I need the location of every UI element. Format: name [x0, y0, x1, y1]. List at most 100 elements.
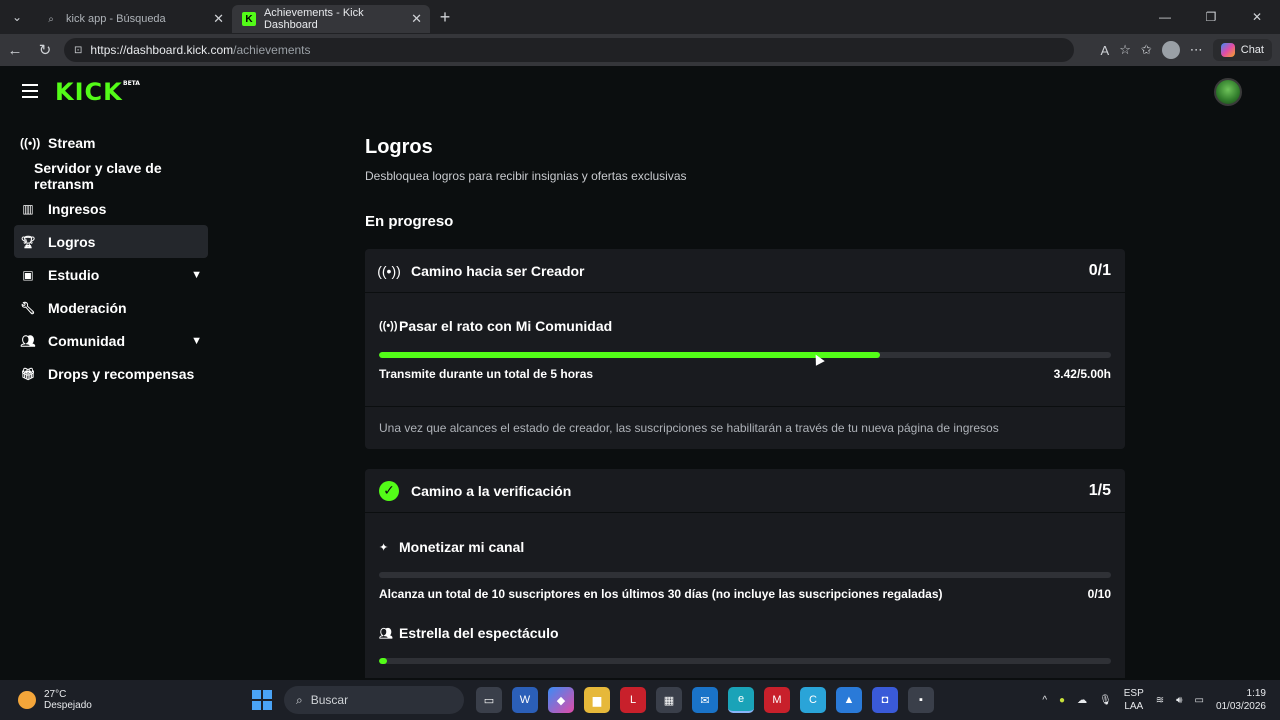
more-icon[interactable]: ⋯: [1190, 42, 1203, 58]
chevron-down-icon[interactable]: ▼: [191, 269, 202, 281]
task-title-text: Estrella del espectáculo: [399, 625, 559, 641]
achievement-card-verification: ✓ Camino a la verificación 1/5 ✦ Monetiza…: [365, 469, 1125, 678]
profile-icon[interactable]: [1161, 41, 1180, 59]
section-title: En progreso: [365, 213, 454, 230]
gift-icon: 🎁︎: [20, 366, 36, 381]
start-button[interactable]: [252, 690, 272, 710]
task-title: ✦ Monetizar mi canal: [379, 539, 1111, 555]
tab-actions-menu[interactable]: ⌄: [0, 0, 34, 34]
store-icon[interactable]: ▦: [656, 687, 682, 713]
tab-label: Achievements - Kick Dashboard: [263, 7, 364, 31]
app-l-icon[interactable]: L: [620, 687, 646, 713]
url-field[interactable]: ⊡ https://dashboard.kick.com/achievement…: [64, 38, 1074, 62]
card-count: 0/1: [1088, 261, 1111, 279]
clock-time: 1:19: [1246, 688, 1266, 699]
weather-icon: [18, 691, 36, 709]
lang-line2: LAA: [1124, 701, 1144, 712]
app-icon[interactable]: ▪: [908, 687, 934, 713]
close-icon[interactable]: ✕: [213, 11, 224, 27]
window-close-icon[interactable]: ✕: [1234, 0, 1280, 34]
task-description: Transmite durante un total de 5 horas: [379, 367, 594, 381]
sidebar-item-stream[interactable]: ((•)) Stream: [14, 126, 208, 159]
close-icon[interactable]: ✕: [411, 11, 422, 27]
task-footer: Alcanza un total de 10 suscriptores en l…: [379, 587, 1111, 601]
logo-text: KICK: [55, 78, 123, 106]
language-indicator[interactable]: ESP LAA: [1124, 687, 1144, 713]
copilot-app-icon[interactable]: ◆: [548, 687, 574, 713]
back-icon[interactable]: ←: [0, 42, 30, 59]
kick-dashboard: KICK BETA ((•)) Stream Servidor y clave de…: [4, 66, 1276, 678]
edge-icon[interactable]: e: [728, 687, 754, 713]
tray-app-icon[interactable]: ●: [1059, 695, 1065, 706]
minimize-icon[interactable]: —: [1142, 0, 1188, 34]
sidebar-item-server-key[interactable]: Servidor y clave de retransm: [14, 159, 208, 192]
wifi-icon[interactable]: ≋: [1156, 695, 1164, 706]
microphone-icon[interactable]: 🎙︎: [1099, 695, 1112, 706]
tab-label: kick app - Búsqueda: [66, 13, 166, 25]
reload-icon[interactable]: ↻: [30, 41, 60, 59]
restore-icon[interactable]: ❐: [1188, 0, 1234, 34]
chart-icon: ▥: [22, 201, 34, 216]
card-header[interactable]: ((•)) Camino hacia ser Creador 0/1: [365, 249, 1125, 293]
sparkle-icon: ✦: [379, 541, 389, 554]
kick-logo[interactable]: KICK BETA: [55, 78, 140, 106]
favorite-star-icon[interactable]: ☆: [1119, 42, 1131, 58]
page-subtitle: Desbloquea logros para recibir insignias…: [365, 169, 687, 183]
taskbar-search[interactable]: ⌕ Buscar: [284, 686, 464, 714]
sidebar-item-ingresos[interactable]: ▥ Ingresos: [14, 192, 208, 225]
tab-search[interactable]: ⌕ kick app - Búsqueda ✕: [34, 5, 232, 33]
task-view-icon[interactable]: ▭: [476, 687, 502, 713]
progress-fill: [379, 352, 880, 358]
clock[interactable]: 1:19 01/03/2026: [1216, 687, 1266, 713]
weather-condition: Despejado: [44, 700, 92, 711]
tab-achievements[interactable]: K Achievements - Kick Dashboard ✕: [232, 5, 430, 33]
new-tab-button[interactable]: +: [430, 7, 460, 28]
community-icon: 👥︎: [379, 627, 393, 640]
logo-badge: BETA: [123, 80, 140, 87]
roblox-icon[interactable]: ◘: [872, 687, 898, 713]
mcafee-icon[interactable]: M: [764, 687, 790, 713]
broadcast-icon: ((•)): [377, 262, 401, 279]
file-explorer-icon[interactable]: ▆: [584, 687, 610, 713]
sidebar-item-logros[interactable]: 🏆︎ Logros: [14, 225, 208, 258]
achievements-main: Logros Desbloquea logros para recibir in…: [365, 136, 1125, 678]
weather-widget[interactable]: 27°C Despejado: [18, 689, 92, 711]
temperature: 27°C: [44, 689, 67, 700]
progress-bar: [379, 658, 1111, 664]
broadcast-icon: ((•)): [379, 320, 398, 332]
chevron-down-icon[interactable]: ▼: [191, 335, 202, 347]
sidebar-item-label: Drops y recompensas: [48, 365, 195, 382]
user-avatar[interactable]: [1214, 78, 1242, 106]
photos-icon[interactable]: ▲: [836, 687, 862, 713]
menu-icon[interactable]: [22, 84, 38, 102]
sidebar-item-comunidad[interactable]: 👥︎ Comunidad ▼: [14, 324, 208, 357]
copilot-chat-button[interactable]: Chat: [1212, 39, 1272, 61]
battery-icon[interactable]: ▭: [1194, 695, 1203, 706]
site-info-icon[interactable]: ⊡: [74, 45, 82, 56]
volume-icon[interactable]: 🔊︎: [1176, 695, 1182, 706]
achievement-task: ((•)) Pasar el rato con Mi Comunidad Tran…: [365, 293, 1125, 406]
word-icon[interactable]: W: [512, 687, 538, 713]
favorites-icon[interactable]: ✩: [1141, 42, 1152, 58]
dashboard-topbar: KICK BETA: [4, 66, 1276, 118]
sidebar-item-estudio[interactable]: ▣ Estudio ▼: [14, 258, 208, 291]
task-title-text: Pasar el rato con Mi Comunidad: [399, 318, 613, 334]
copilot-icon: [1220, 43, 1235, 57]
task-title: ((•)) Pasar el rato con Mi Comunidad: [379, 318, 1111, 334]
read-aloud-icon[interactable]: A: [1101, 43, 1110, 58]
progress-fill: [379, 658, 387, 664]
chevron-up-icon[interactable]: ^: [1042, 695, 1047, 706]
sidebar-item-label: Moderación: [48, 299, 127, 316]
outlook-icon[interactable]: ✉: [692, 687, 718, 713]
search-icon: ⌕: [296, 692, 303, 707]
search-icon: ⌕: [48, 13, 54, 25]
sidebar-item-label: Ingresos: [48, 200, 107, 217]
onedrive-icon[interactable]: ☁: [1077, 695, 1087, 706]
studio-icon: ▣: [22, 267, 34, 282]
sidebar-item-drops[interactable]: 🎁︎ Drops y recompensas: [14, 357, 208, 390]
task-title-text: Monetizar mi canal: [399, 539, 525, 555]
card-header[interactable]: ✓ Camino a la verificación 1/5: [365, 469, 1125, 513]
progress-bar: [379, 572, 1111, 578]
canva-icon[interactable]: C: [800, 687, 826, 713]
sidebar-item-moderacion[interactable]: 🔧︎ Moderación: [14, 291, 208, 324]
